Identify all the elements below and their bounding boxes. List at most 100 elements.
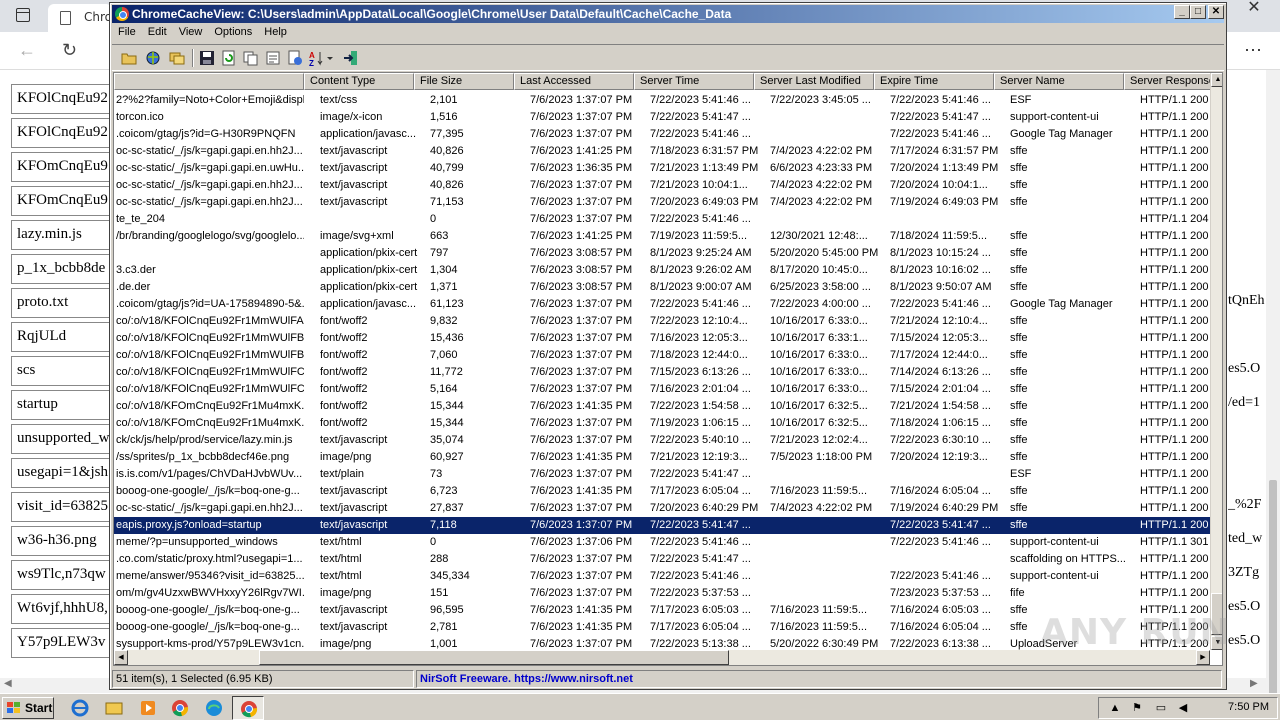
folders-icon[interactable] — [168, 49, 186, 67]
table-row[interactable]: 3.c3.der application/pkix-cert 1,304 7/6/20… — [114, 262, 1210, 279]
save-icon[interactable] — [198, 49, 216, 67]
menu-item[interactable]: Help — [258, 24, 293, 40]
properties-icon[interactable] — [264, 49, 282, 67]
table-row[interactable]: co/:o/v18/KFOmCnqEu92Fr1Mu4mxK... font/wo… — [114, 415, 1210, 432]
table-row[interactable]: torcon.ico image/x-icon 1,516 7/6/2023 1:37… — [114, 109, 1210, 126]
show-hidden-icons-icon[interactable]: ▲ — [1109, 702, 1121, 714]
list-item[interactable]: startup — [11, 390, 111, 420]
table-row[interactable]: co/:o/v18/KFOlCnqEu92Fr1MmWUlFAB... font/… — [114, 313, 1210, 330]
table-row[interactable]: te_te_204 0 7/6/2023 1:37:07 PM 7/22/2023 5… — [114, 211, 1210, 228]
menu-item[interactable]: View — [173, 24, 209, 40]
chrome-icon[interactable] — [170, 698, 190, 718]
table-row[interactable]: co/:o/v18/KFOlCnqEu92Fr1MmWUlFCh... font/… — [114, 364, 1210, 381]
column-header[interactable]: Server Last Modified — [754, 73, 874, 90]
column-header[interactable]: File Size — [414, 73, 514, 90]
nirsoft-link[interactable]: NirSoft Freeware. https://www.nirsoft.ne… — [416, 670, 1222, 688]
table-row[interactable]: om/m/gv4UzxwBWVHxxyY26lRgv7WI... image/pn… — [114, 585, 1210, 602]
chrome-tab[interactable]: Chro — [48, 4, 112, 32]
list-item[interactable]: p_1x_bcbb8de — [11, 254, 111, 284]
cache-list-view[interactable]: Content Type File Size Last Accessed Server… — [113, 72, 1223, 666]
table-row[interactable]: oc-sc-static/_/js/k=gapi.gapi.en.hh2J...… — [114, 143, 1210, 160]
table-row[interactable]: .de.der application/pkix-cert 1,371 7/6/202… — [114, 279, 1210, 296]
menu-item[interactable]: Edit — [142, 24, 173, 40]
table-row[interactable]: application/pkix-cert 797 7/6/2023 3:08:57… — [114, 245, 1210, 262]
list-item[interactable]: KFOmCnqEu9 — [11, 152, 111, 182]
media-player-icon[interactable] — [138, 698, 158, 718]
table-row[interactable]: oc-sc-static/_/js/k=gapi.gapi.en.hh2J...… — [114, 177, 1210, 194]
menu-item[interactable]: File — [112, 24, 142, 40]
scroll-up-icon[interactable]: ▲ — [1211, 73, 1222, 87]
flag-icon[interactable]: ⚑ — [1131, 702, 1143, 714]
list-item[interactable]: KFOlCnqEu92 — [11, 84, 111, 114]
scroll-thumb[interactable] — [1269, 480, 1277, 720]
list-item[interactable]: lazy.min.js — [11, 220, 111, 250]
list-item[interactable]: RqjULd — [11, 322, 111, 352]
table-row[interactable]: ck/ck/js/help/prod/service/lazy.min.js te… — [114, 432, 1210, 449]
list-item[interactable]: Y57p9LEW3v — [11, 628, 111, 658]
table-row[interactable]: is.is.com/v1/pages/ChVDaHJvbWUv... text/p… — [114, 466, 1210, 483]
html-report-icon[interactable] — [286, 49, 304, 67]
column-header[interactable]: Content Type — [304, 73, 414, 90]
more-menu-icon[interactable]: ⋯ — [1244, 40, 1262, 61]
column-header[interactable]: Server Time — [634, 73, 754, 90]
list-hscroll-thumb[interactable] — [259, 650, 729, 665]
column-header[interactable]: Expire Time — [874, 73, 994, 90]
window-title-bar[interactable]: ChromeCacheView: C:\Users\admin\AppData\… — [112, 5, 1224, 23]
list-item[interactable]: ws9Tlc,n73qw — [11, 560, 111, 590]
globe-icon[interactable] — [144, 49, 162, 67]
sort-icon[interactable]: AZ — [308, 49, 334, 67]
chromecacheview-taskbar-button[interactable] — [232, 696, 264, 720]
network-icon[interactable]: ▭ — [1155, 702, 1167, 714]
scroll-left-icon[interactable]: ◀ — [114, 650, 128, 665]
table-row[interactable]: 2?%2?family=Noto+Color+Emoji&displ... tex… — [114, 92, 1210, 109]
table-row[interactable]: co/:o/v18/KFOlCnqEu92Fr1MmWUlFBx... font/… — [114, 347, 1210, 364]
table-row[interactable]: .coicom/gtag/js?id=UA-175894890-5&... app… — [114, 296, 1210, 313]
table-row[interactable]: /br/branding/googlelogo/svg/googlelo... i… — [114, 228, 1210, 245]
list-item[interactable]: scs — [11, 356, 111, 386]
table-row[interactable]: co/:o/v18/KFOlCnqEu92Fr1MmWUlFCx... font/… — [114, 381, 1210, 398]
list-item[interactable]: usegapi=1&jsh — [11, 458, 111, 488]
table-row[interactable]: /ss/sprites/p_1x_bcbb8decf46e.png image/p… — [114, 449, 1210, 466]
start-button[interactable]: Start — [2, 697, 54, 719]
close-button[interactable]: ✕ — [1208, 5, 1224, 19]
refresh-icon[interactable] — [220, 49, 238, 67]
column-header[interactable]: Server Response — [1124, 73, 1222, 90]
minimize-button[interactable]: _ — [1174, 5, 1190, 19]
list-item[interactable]: KFOmCnqEu9 — [11, 186, 111, 216]
list-item[interactable]: proto.txt — [11, 288, 111, 318]
table-row[interactable]: oc-sc-static/_/js/k=gapi.gapi.en.hh2J...… — [114, 194, 1210, 211]
edge-icon[interactable] — [204, 698, 224, 718]
tab-search-icon[interactable] — [16, 8, 30, 22]
maximize-button[interactable]: □ — [1190, 5, 1206, 19]
scroll-right-icon[interactable]: ▶ — [1250, 678, 1258, 689]
chrome-vertical-scrollbar[interactable] — [1266, 70, 1280, 720]
column-header[interactable]: Server Name — [994, 73, 1124, 90]
table-row[interactable]: co/:o/v18/KFOlCnqEu92Fr1MmWUlFBB... font/… — [114, 330, 1210, 347]
table-row[interactable]: oc-sc-static/_/js/k=gapi.gapi.en.uwHu...… — [114, 160, 1210, 177]
list-item[interactable]: visit_id=63825 — [11, 492, 111, 522]
table-row[interactable]: co/:o/v18/KFOmCnqEu92Fr1Mu4mxK... font/wo… — [114, 398, 1210, 415]
file-explorer-icon[interactable] — [104, 698, 124, 718]
reload-icon[interactable]: ↻ — [62, 40, 77, 61]
table-row[interactable]: oc-sc-static/_/js/k=gapi.gapi.en.hh2J...… — [114, 500, 1210, 517]
list-item[interactable]: unsupported_w — [11, 424, 111, 454]
internet-explorer-icon[interactable] — [70, 698, 90, 718]
table-row[interactable]: booog-one-google/_/js/k=boq-one-g... text… — [114, 483, 1210, 500]
table-row[interactable]: .co.com/static/proxy.html?usegapi=1... te… — [114, 551, 1210, 568]
back-arrow-icon[interactable]: ← — [18, 40, 36, 61]
volume-icon[interactable]: ◀ — [1177, 702, 1189, 714]
chrome-close-icon[interactable]: ✕ — [1244, 0, 1264, 16]
table-row[interactable]: .coicom/gtag/js?id=G-H30R9PNQFN applicati… — [114, 126, 1210, 143]
table-row[interactable]: meme/answer/95346?visit_id=63825... text/… — [114, 568, 1210, 585]
clock[interactable]: 7:50 PM — [1228, 701, 1269, 713]
list-item[interactable]: w36-h36.png — [11, 526, 111, 556]
column-header[interactable] — [114, 73, 304, 90]
menu-item[interactable]: Options — [208, 24, 258, 40]
list-item[interactable]: KFOlCnqEu92 — [11, 118, 111, 148]
scroll-left-icon[interactable]: ◀ — [4, 678, 12, 689]
copy-icon[interactable] — [242, 49, 260, 67]
open-folder-icon[interactable] — [120, 49, 138, 67]
table-row[interactable]: eapis.proxy.js?onload=startup text/javasc… — [114, 517, 1210, 534]
list-item[interactable]: Wt6vjf,hhhU8, — [11, 594, 111, 624]
list-vertical-scrollbar[interactable]: ▲ ▼ — [1210, 73, 1222, 650]
